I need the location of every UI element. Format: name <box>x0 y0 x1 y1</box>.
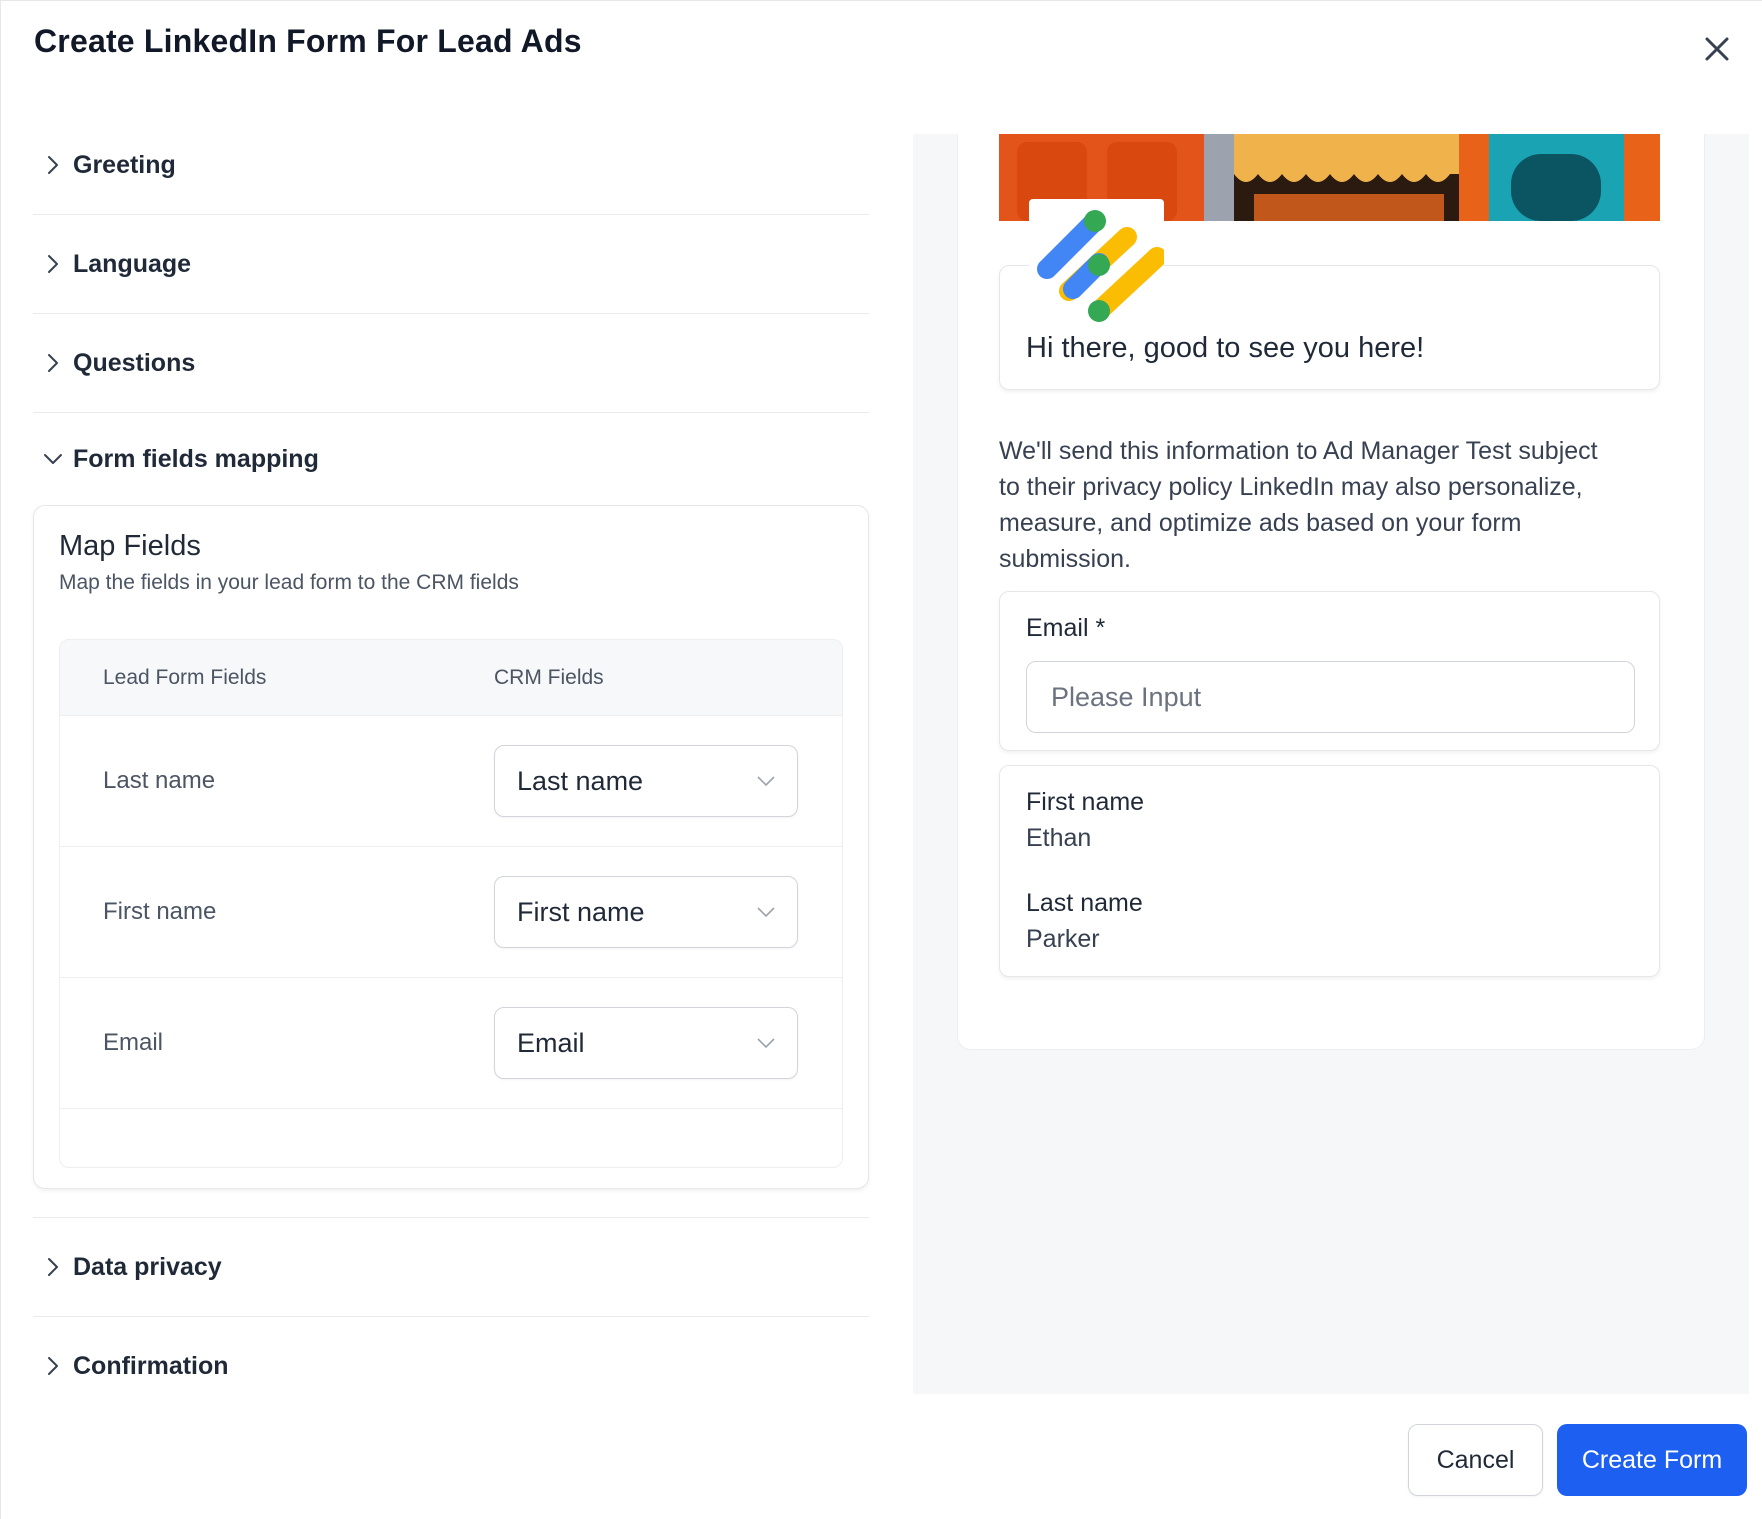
lead-field-name: Last name <box>103 767 216 794</box>
chevron-down-icon <box>33 452 73 466</box>
dialog: Create LinkedIn Form For Lead Ads Greeti… <box>0 0 1762 1519</box>
crm-field-select[interactable]: Last name <box>494 745 798 817</box>
email-label: Email * <box>1026 614 1106 642</box>
privacy-line: to their privacy policy LinkedIn may als… <box>999 473 1583 501</box>
section-header-form-fields-mapping[interactable]: Form fields mapping <box>33 413 869 505</box>
map-fields-subtitle: Map the fields in your lead form to the … <box>59 571 519 594</box>
chevron-right-icon <box>33 154 73 176</box>
lead-field-name: Email <box>103 1029 164 1056</box>
chevron-down-icon <box>757 1037 775 1048</box>
table-row: First name First name <box>60 847 842 978</box>
section-label: Form fields mapping <box>73 444 319 473</box>
dialog-title: Create LinkedIn Form For Lead Ads <box>34 23 582 59</box>
privacy-line: submission. <box>999 545 1131 573</box>
first-name-value: Ethan <box>1026 824 1092 852</box>
section-confirmation: Confirmation <box>33 1317 869 1415</box>
google-ads-logo-icon <box>1037 210 1167 322</box>
section-label: Confirmation <box>73 1351 229 1380</box>
settings-accordion: Greeting Language Questions Form fields … <box>33 116 869 1415</box>
email-field[interactable] <box>1026 661 1635 733</box>
select-value: Email <box>517 1027 585 1058</box>
first-name-label: First name <box>1026 788 1145 816</box>
chevron-right-icon <box>33 352 73 374</box>
chevron-down-icon <box>757 906 775 917</box>
section-header-data-privacy[interactable]: Data privacy <box>33 1218 869 1316</box>
section-header-questions[interactable]: Questions <box>33 314 869 412</box>
lead-field-name: First name <box>103 898 217 925</box>
table-row: Last name Last name <box>60 716 842 847</box>
prefilled-fields-card: First name Ethan Last name Parker <box>999 765 1660 977</box>
map-fields-card: Map Fields Map the fields in your lead f… <box>33 505 869 1189</box>
select-value: First name <box>517 896 645 927</box>
logo <box>1029 199 1167 334</box>
privacy-line: We'll send this information to Ad Manage… <box>999 437 1598 465</box>
section-label: Data privacy <box>73 1252 222 1281</box>
table-header: Lead Form Fields CRM Fields <box>60 640 842 716</box>
section-header-confirmation[interactable]: Confirmation <box>33 1317 869 1415</box>
table-empty-row <box>60 1109 842 1167</box>
section-form-fields-mapping: Form fields mapping Map Fields Map the f… <box>33 413 869 1218</box>
section-language: Language <box>33 215 869 314</box>
close-icon <box>1705 37 1729 61</box>
chevron-down-icon <box>757 775 775 786</box>
create-form-button[interactable]: Create Form <box>1557 1424 1747 1496</box>
map-fields-title: Map Fields <box>59 530 201 562</box>
section-questions: Questions <box>33 314 869 413</box>
section-header-language[interactable]: Language <box>33 215 869 313</box>
close-button[interactable] <box>1697 29 1737 69</box>
cancel-button[interactable]: Cancel <box>1408 1424 1543 1496</box>
privacy-line: measure, and optimize ads based on your … <box>999 509 1522 537</box>
crm-field-select[interactable]: Email <box>494 1007 798 1079</box>
chevron-right-icon <box>33 1256 73 1278</box>
column-header-lead-form-fields: Lead Form Fields <box>103 665 267 689</box>
privacy-notice: We'll send this information to Ad Manage… <box>999 433 1669 577</box>
select-value: Last name <box>517 765 644 796</box>
email-question-card: Email * <box>999 591 1660 751</box>
chevron-right-icon <box>33 1355 73 1377</box>
crm-field-select[interactable]: First name <box>494 876 798 948</box>
section-label: Language <box>73 249 192 278</box>
last-name-label: Last name <box>1026 889 1143 917</box>
section-greeting: Greeting <box>33 116 869 215</box>
column-header-crm-fields: CRM Fields <box>494 665 604 689</box>
mapping-table: Lead Form Fields CRM Fields Last name La… <box>59 639 843 1168</box>
section-header-greeting[interactable]: Greeting <box>33 116 869 214</box>
chevron-right-icon <box>33 253 73 275</box>
table-row: Email Email <box>60 978 842 1109</box>
section-label: Greeting <box>73 150 176 179</box>
section-label: Questions <box>73 348 196 377</box>
greeting-text: Hi there, good to see you here! <box>1026 332 1425 364</box>
section-data-privacy: Data privacy <box>33 1218 869 1317</box>
last-name-value: Parker <box>1026 925 1100 953</box>
